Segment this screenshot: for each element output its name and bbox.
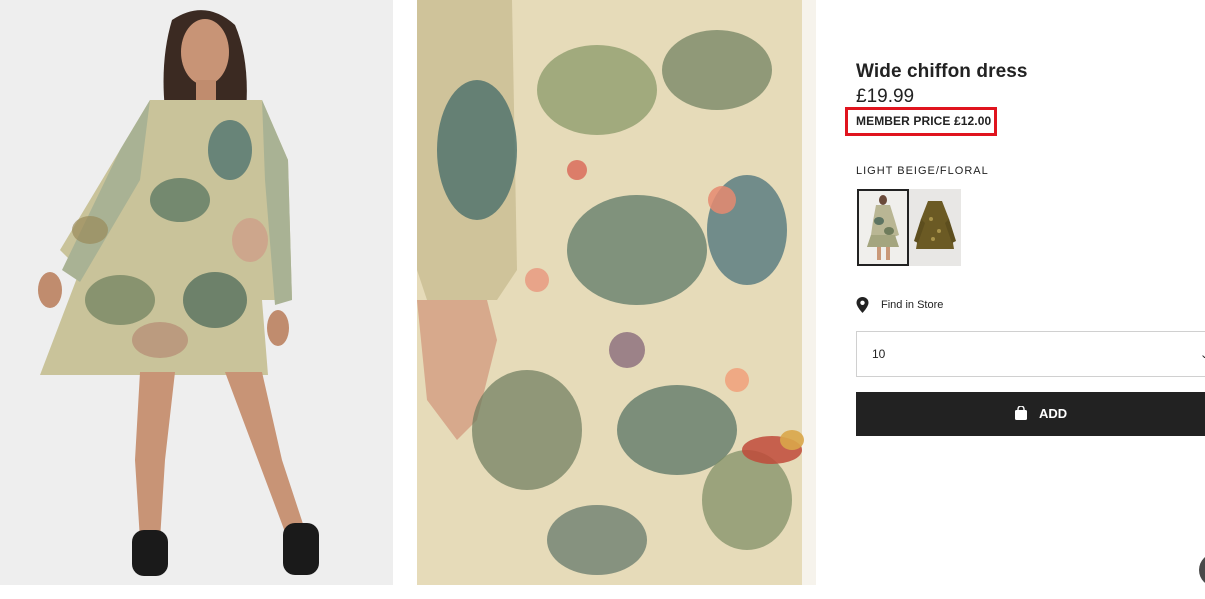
product-title: Wide chiffon dress [856,61,1028,82]
product-info-panel: Wide chiffon dress £19.99 MEMBER PRICE £… [845,0,1205,599]
add-to-bag-label: ADD [1039,406,1068,421]
swatch-dress-light-icon [859,191,907,264]
product-photo-closeup[interactable] [417,0,816,585]
color-swatch-dark-khaki-patterned[interactable] [909,189,961,266]
member-price: MEMBER PRICE £12.00 [856,114,992,128]
selected-color-label: LIGHT BEIGE/FLORAL [856,165,989,177]
product-photo-model[interactable] [0,0,393,585]
find-in-store-label: Find in Store [881,299,944,311]
find-in-store-link[interactable]: Find in Store [856,297,943,313]
add-to-bag-button[interactable]: ADD [856,392,1205,436]
size-select-value: 10 [872,347,886,361]
product-price: £19.99 [856,86,915,107]
chevron-down-icon: ⌄ [1200,349,1205,361]
shopping-bag-icon [1015,406,1027,420]
size-select[interactable]: 10 ⌄ [856,331,1205,377]
location-pin-icon [856,297,869,313]
swatch-dress-dark-icon [909,189,961,266]
model-illustration [0,0,393,585]
closeup-illustration [417,0,816,585]
color-swatch-light-beige-floral[interactable] [857,189,909,266]
